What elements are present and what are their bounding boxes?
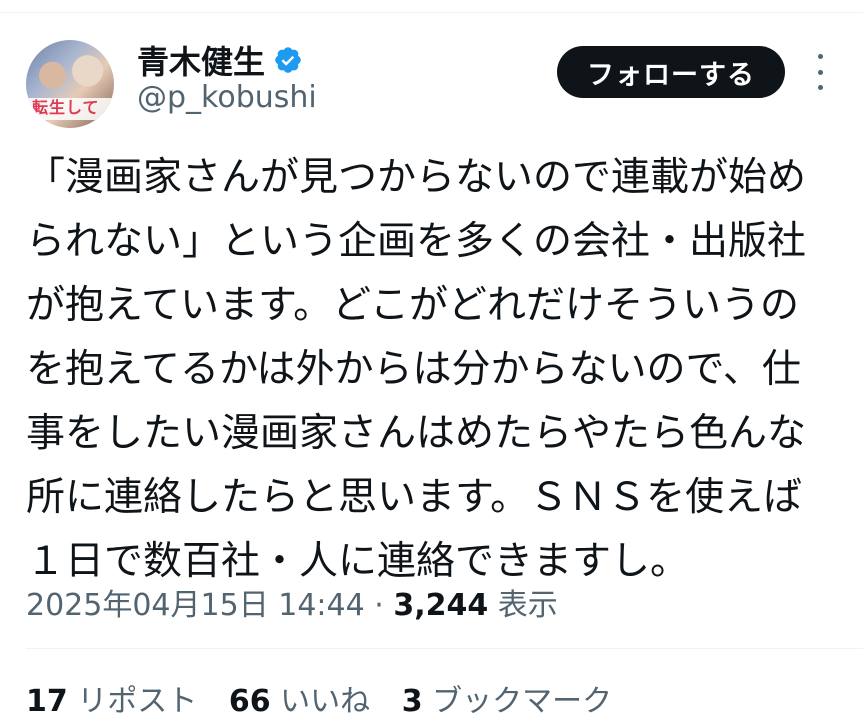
- bookmarks-label: ブックマーク: [432, 684, 613, 719]
- tweet-line: が抱えています。どこがどれだけそういうの: [26, 283, 799, 328]
- engagement-stats: 17 リポスト 66 いいね 3 ブックマーク: [26, 676, 634, 720]
- author-name-row: 青木健生: [137, 37, 303, 83]
- meta-separator: ·: [374, 588, 384, 623]
- views-count: 3,244: [393, 588, 489, 623]
- likes-stat[interactable]: 66 いいね: [229, 684, 370, 719]
- tweet-meta: 2025年04月15日 14:44 · 3,244 表示: [26, 580, 558, 624]
- author-name[interactable]: 青木健生: [137, 37, 265, 83]
- tweet-line: を抱えてるかは外からは分からないので、仕: [26, 347, 801, 392]
- avatar-text: 転生して: [32, 98, 100, 117]
- avatar[interactable]: 転生して: [26, 40, 114, 128]
- likes-count: 66: [228, 684, 271, 719]
- verified-badge-icon[interactable]: [273, 45, 303, 75]
- reposts-label: リポスト: [77, 684, 198, 719]
- tweet-line: 所に連絡したらと思います。ＳＮＳを使えば: [26, 475, 803, 520]
- more-vertical-icon[interactable]: [812, 54, 828, 90]
- reposts-count: 17: [26, 684, 68, 719]
- bookmarks-stat[interactable]: 3 ブックマーク: [402, 684, 612, 719]
- more-dot: [817, 54, 823, 59]
- top-divider: [0, 12, 863, 13]
- tweet-text: 「漫画家さんが見つからないので連載が始め られない」という企画を多くの会社・出版…: [26, 146, 841, 594]
- tweet-line: られない」という企画を多くの会社・出版社: [26, 219, 807, 264]
- more-dot: [817, 69, 823, 75]
- reposts-stat[interactable]: 17 リポスト: [26, 684, 197, 719]
- more-dot: [817, 85, 823, 90]
- bookmarks-count: 3: [401, 684, 423, 719]
- timestamp[interactable]: 2025年04月15日 14:44: [26, 588, 365, 623]
- views-label: 表示: [497, 588, 558, 623]
- likes-label: いいね: [280, 684, 371, 719]
- author-handle[interactable]: @p_kobushi: [137, 80, 317, 115]
- tweet-line: 事をしたい漫画家さんはめたらやたら色んな: [26, 411, 807, 456]
- follow-button[interactable]: フォローする: [557, 46, 785, 98]
- stats-divider: [26, 648, 863, 649]
- tweet-line: 「漫画家さんが見つからないので連載が始め: [26, 155, 807, 200]
